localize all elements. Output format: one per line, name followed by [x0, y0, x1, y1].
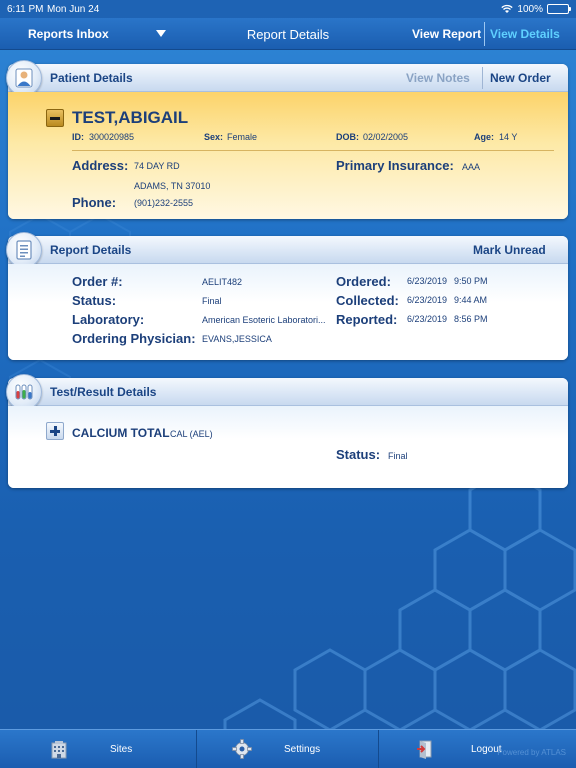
expand-button[interactable] — [46, 422, 64, 440]
id-value: 300020985 — [89, 132, 135, 142]
sites-tab[interactable]: Sites — [0, 730, 197, 768]
test-status-value: Final — [388, 451, 408, 461]
phone-value: (901)232-2555 — [134, 198, 194, 208]
report-document-icon — [6, 232, 42, 268]
view-notes-button[interactable]: View Notes — [406, 71, 470, 85]
gear-icon — [232, 739, 252, 759]
patient-divider — [72, 150, 554, 151]
age-value: 14 Y — [499, 132, 518, 142]
report-details-header: Report Details Mark Unread — [6, 232, 568, 268]
reported-label: Reported: — [336, 312, 398, 327]
battery-icon — [547, 4, 571, 14]
powered-by-watermark: Powered by ATLAS — [497, 748, 566, 757]
header-divider — [482, 67, 483, 89]
collected-date: 6/23/2019 — [407, 295, 448, 305]
report-details-panel: Report Details Mark Unread Order #: AELI… — [6, 232, 568, 360]
patient-details-body: TEST,ABIGAIL ID: 300020985 Sex: Female D… — [8, 92, 568, 219]
dob-label: DOB: — [336, 132, 359, 142]
panel-title: Patient Details — [50, 71, 133, 85]
navigation-bar: Reports Inbox Report Details View Report… — [0, 18, 576, 50]
test-result-header: Test/Result Details — [6, 374, 568, 410]
insurance-label: Primary Insurance: — [336, 158, 454, 173]
status-date: Mon Jun 24 — [47, 3, 100, 15]
test-status-label: Status: — [336, 447, 381, 462]
test-code: CAL (AEL) — [170, 429, 213, 439]
ordered-label: Ordered: — [336, 274, 391, 289]
test-result-body: CALCIUM TOTAL CAL (AEL) Status: Final — [8, 406, 568, 488]
view-report-button[interactable]: View Report — [412, 27, 481, 41]
laboratory-value: American Esoteric Laboratori... — [202, 315, 326, 325]
sex-label: Sex: — [204, 132, 224, 142]
test-name[interactable]: CALCIUM TOTAL — [72, 426, 170, 440]
panel-title: Test/Result Details — [50, 385, 157, 399]
collected-label: Collected: — [336, 293, 399, 308]
logout-door-icon — [417, 740, 432, 759]
reported-date: 6/23/2019 — [407, 314, 448, 324]
insurance-value: AAA — [462, 162, 481, 172]
dob-value: 02/02/2005 — [363, 132, 409, 142]
patient-avatar-icon — [6, 60, 42, 96]
report-details-body: Order #: AELIT482 Status: Final Laborato… — [8, 264, 568, 360]
test-result-panel: Test/Result Details CALCIUM TOTAL CAL (A… — [6, 374, 568, 488]
ordered-time: 9:50 PM — [454, 276, 488, 286]
physician-label: Ordering Physician: — [72, 331, 196, 346]
bottom-tab-bar: Sites Settings Logout Powered by ATLAS — [0, 729, 576, 768]
ordered-date: 6/23/2019 — [407, 276, 448, 286]
collected-time: 9:44 AM — [454, 295, 488, 305]
patient-details-header: Patient Details View Notes New Order — [6, 60, 568, 96]
settings-tab[interactable]: Settings — [197, 730, 379, 768]
panel-title: Report Details — [50, 243, 132, 257]
sex-value: Female — [227, 132, 258, 142]
status-value: Final — [202, 296, 222, 306]
collapse-button[interactable] — [46, 109, 64, 127]
patient-details-panel: Patient Details View Notes New Order TES… — [6, 60, 568, 219]
reported-time: 8:56 PM — [454, 314, 488, 324]
view-details-button[interactable]: View Details — [490, 27, 560, 41]
test-tubes-icon — [6, 374, 42, 410]
battery-percent: 100% — [517, 3, 543, 15]
phone-label: Phone: — [72, 195, 117, 210]
new-order-button[interactable]: New Order — [490, 71, 551, 85]
address-line1: 74 DAY RD — [134, 161, 180, 171]
address-line2: ADAMS, TN 37010 — [134, 181, 211, 191]
order-label: Order #: — [72, 274, 123, 289]
status-time: 6:11 PM — [7, 3, 44, 15]
address-label: Address: — [72, 158, 129, 173]
nav-divider — [484, 22, 485, 46]
mark-unread-button[interactable]: Mark Unread — [473, 243, 546, 257]
wifi-icon — [501, 4, 514, 13]
order-value: AELIT482 — [202, 277, 243, 287]
sites-label: Sites — [110, 744, 133, 755]
settings-label: Settings — [284, 744, 321, 755]
status-bar: 6:11 PM Mon Jun 24 100% — [0, 0, 576, 18]
age-label: Age: — [474, 132, 494, 142]
physician-value: EVANS,JESSICA — [202, 334, 272, 344]
status-label: Status: — [72, 293, 117, 308]
logout-tab[interactable]: Logout Powered by ATLAS — [379, 730, 576, 768]
id-label: ID: — [72, 132, 84, 142]
patient-name: TEST,ABIGAIL — [72, 108, 189, 127]
laboratory-label: Laboratory: — [72, 312, 145, 327]
building-icon — [51, 741, 67, 759]
